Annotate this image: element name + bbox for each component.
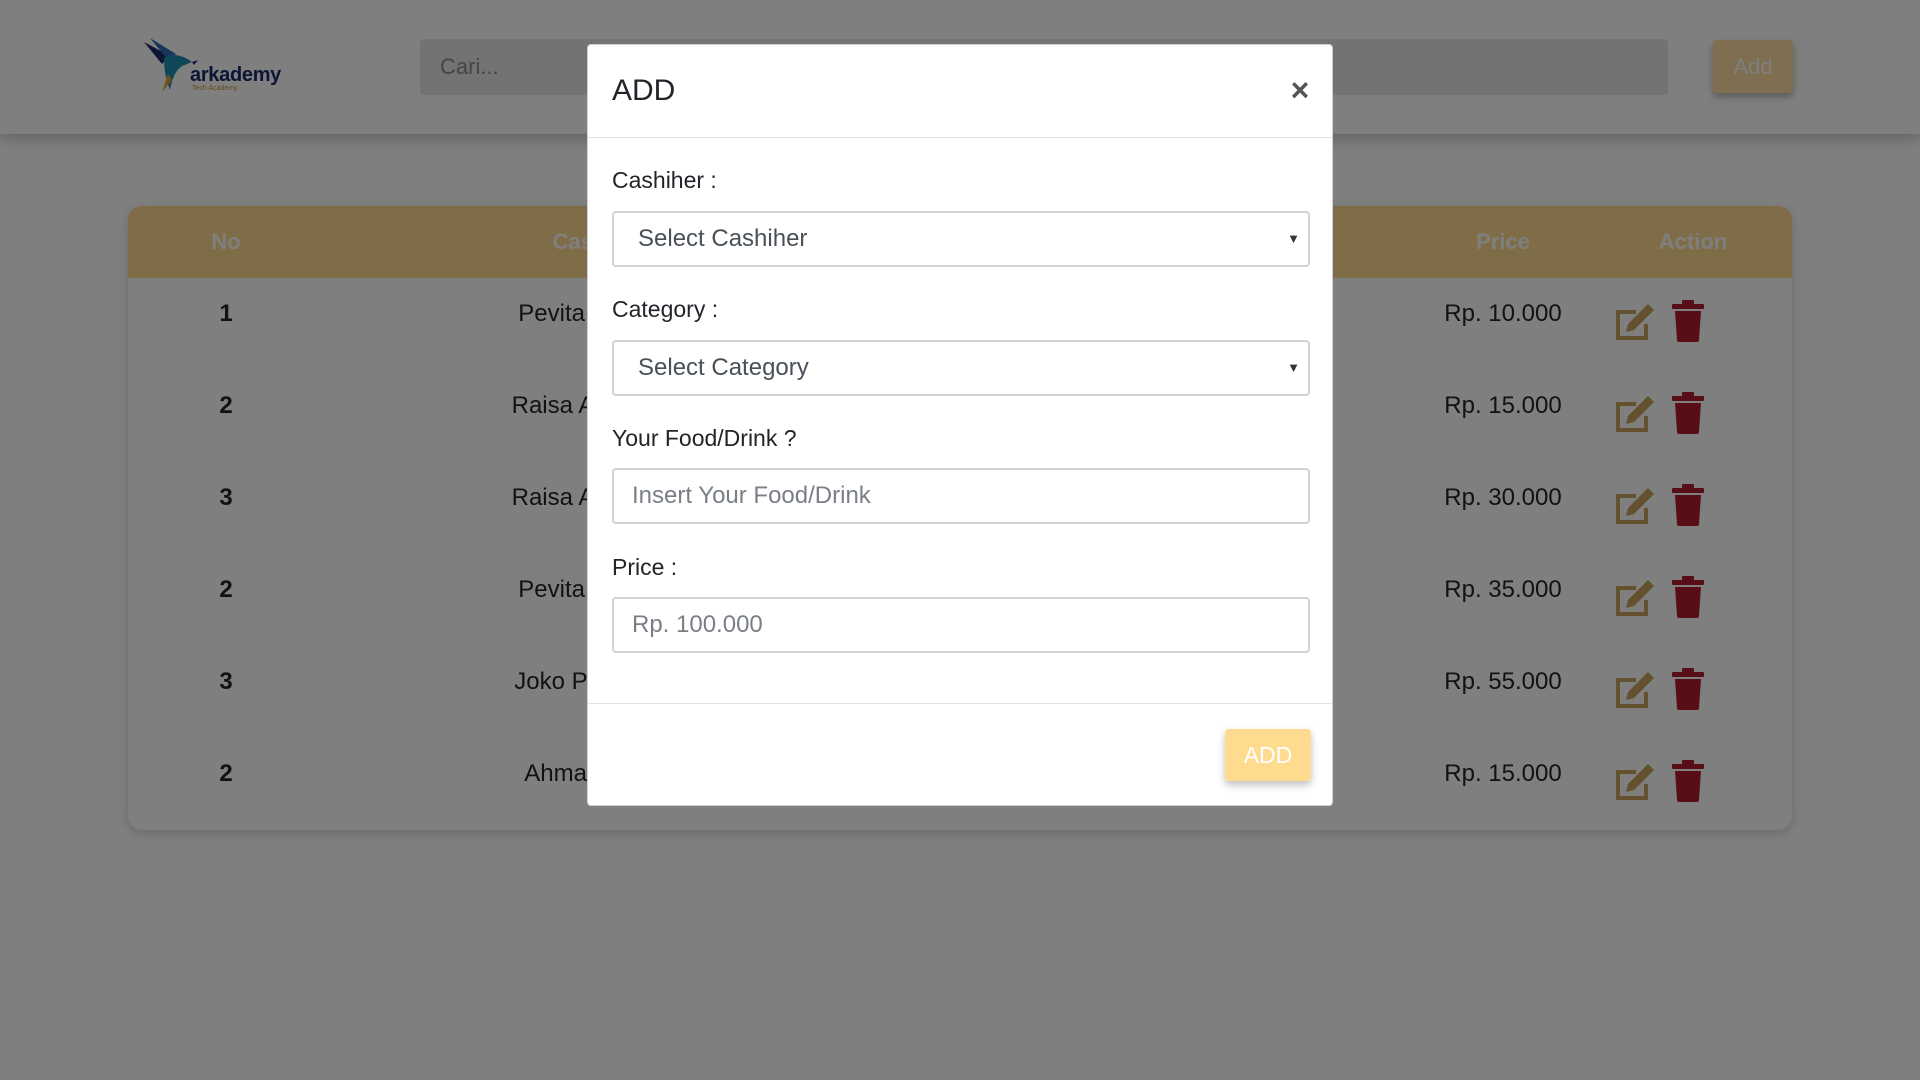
add-item-modal: ADD × Cashiher : Select Cashiher ▼ Categ… bbox=[587, 44, 1333, 806]
food-drink-label: Your Food/Drink ? bbox=[612, 425, 797, 451]
caret-down-icon: ▼ bbox=[1287, 231, 1300, 246]
cashier-select[interactable]: Select Cashiher ▼ bbox=[612, 211, 1310, 267]
modal-header: ADD × bbox=[588, 45, 1332, 138]
caret-down-icon: ▼ bbox=[1287, 360, 1300, 375]
submit-add-button[interactable]: ADD bbox=[1225, 729, 1311, 781]
cashier-select-value: Select Cashiher bbox=[638, 225, 808, 252]
category-label: Category : bbox=[612, 296, 719, 322]
category-select-value: Select Category bbox=[638, 354, 809, 381]
category-select[interactable]: Select Category ▼ bbox=[612, 340, 1310, 396]
modal-title: ADD bbox=[612, 74, 676, 107]
price-input[interactable] bbox=[612, 597, 1310, 653]
modal-footer-divider bbox=[588, 703, 1332, 704]
cashier-label: Cashiher : bbox=[612, 167, 717, 193]
food-drink-input[interactable] bbox=[612, 468, 1310, 524]
price-label: Price : bbox=[612, 554, 678, 580]
close-icon[interactable]: × bbox=[1285, 73, 1315, 107]
